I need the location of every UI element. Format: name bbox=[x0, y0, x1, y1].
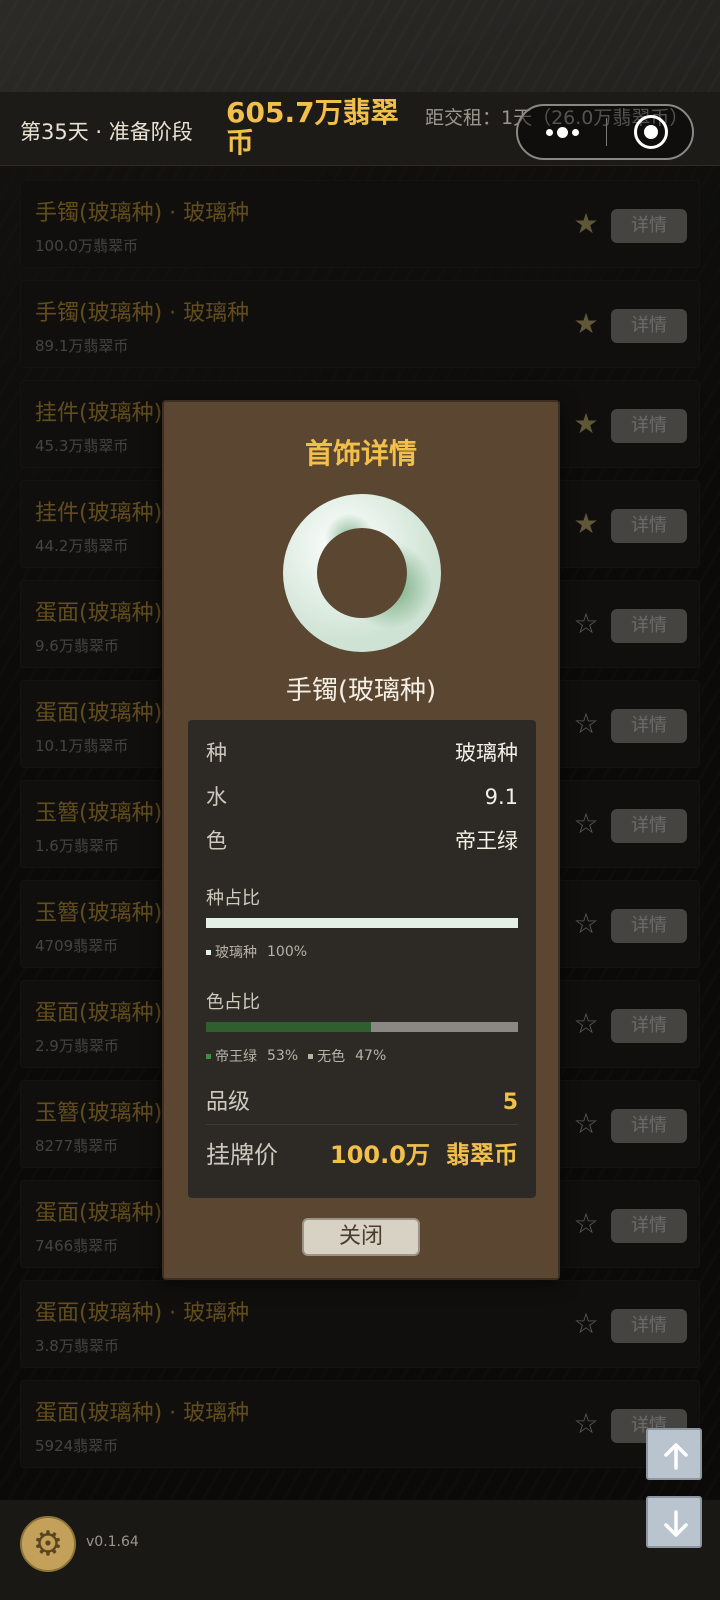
more-icon[interactable] bbox=[518, 106, 606, 158]
legend-name: 玻璃种 bbox=[215, 945, 257, 961]
close-button[interactable]: 关闭 bbox=[302, 1218, 420, 1256]
legend-percent: 47% bbox=[355, 1048, 387, 1064]
water-key: 水 bbox=[206, 785, 227, 809]
water-row: 水 9.1 bbox=[206, 782, 518, 812]
variety-ratio-label: 种占比 bbox=[206, 888, 260, 909]
legend-dot bbox=[308, 1053, 314, 1059]
grade-row: 品级 5 bbox=[206, 1086, 518, 1120]
legend-name: 帝王绿 bbox=[215, 1049, 257, 1065]
gear-icon[interactable]: ⚙ bbox=[20, 1516, 76, 1572]
ratio-segment bbox=[206, 918, 518, 928]
mini-program-capsule bbox=[516, 104, 694, 160]
ratio-segment bbox=[206, 1022, 372, 1032]
color-value: 帝王绿 bbox=[455, 829, 518, 853]
listed-price-key: 挂牌价 bbox=[206, 1141, 278, 1169]
variety-row: 种 玻璃种 bbox=[206, 738, 518, 768]
version-label: v0.1.64 bbox=[86, 1534, 139, 1550]
arrow-down-icon bbox=[664, 1510, 688, 1537]
jewelry-detail-modal: 首饰详情 手镯(玻璃种) 种 玻璃种 水 9.1 色 帝王绿 种占比 玻璃种 1… bbox=[162, 400, 560, 1280]
color-ratio-bar bbox=[206, 1022, 518, 1032]
capsule-divider bbox=[606, 118, 607, 146]
ratio-segment bbox=[371, 1022, 518, 1032]
bottom-bar: ⚙ v0.1.64 bbox=[0, 1500, 720, 1600]
grade-key: 品级 bbox=[206, 1090, 251, 1115]
grade-value: 5 bbox=[502, 1090, 518, 1115]
arrow-up-icon bbox=[664, 1443, 688, 1470]
legend-dot bbox=[206, 1053, 211, 1059]
scroll-up-button[interactable] bbox=[646, 1428, 702, 1480]
legend-dot bbox=[206, 949, 211, 955]
variety-value: 玻璃种 bbox=[455, 741, 518, 765]
legend-percent: 53% bbox=[267, 1048, 299, 1064]
listed-price-unit: 翡翠币 bbox=[446, 1141, 518, 1169]
legend-percent: 100% bbox=[267, 944, 308, 960]
balance-amount: 605.7万翡翠币 bbox=[226, 96, 399, 159]
legend-name: 无色 bbox=[317, 1049, 346, 1065]
color-ratio-legend: 帝王绿 53% 无色 47% bbox=[206, 1046, 392, 1066]
divider bbox=[206, 1124, 518, 1125]
jade-bangle-icon bbox=[283, 494, 441, 652]
color-ratio-label: 色占比 bbox=[206, 992, 260, 1013]
variety-ratio-bar bbox=[206, 918, 518, 928]
exit-icon[interactable] bbox=[634, 115, 668, 149]
variety-key: 种 bbox=[206, 741, 227, 765]
properties-panel: 种 玻璃种 水 9.1 色 帝王绿 种占比 玻璃种 100% 色占比 帝王绿 53%… bbox=[188, 720, 536, 1198]
scroll-down-button[interactable] bbox=[646, 1496, 702, 1548]
color-key: 色 bbox=[206, 829, 227, 853]
color-row: 色 帝王绿 bbox=[206, 826, 518, 856]
variety-ratio-legend: 玻璃种 100% bbox=[206, 942, 313, 962]
day-phase-label: 第35天 · 准备阶段 bbox=[20, 120, 193, 144]
modal-title: 首饰详情 bbox=[304, 437, 417, 470]
listed-price-row: 挂牌价 100.0万 翡翠币 bbox=[206, 1136, 518, 1174]
listed-price-value: 100.0万 bbox=[330, 1141, 430, 1169]
item-name: 手镯(玻璃种) bbox=[285, 676, 437, 706]
water-value: 9.1 bbox=[484, 785, 518, 809]
top-header: 第35天 · 准备阶段 605.7万翡翠币 距交租：1天（26.0万翡翠币） bbox=[0, 92, 720, 166]
